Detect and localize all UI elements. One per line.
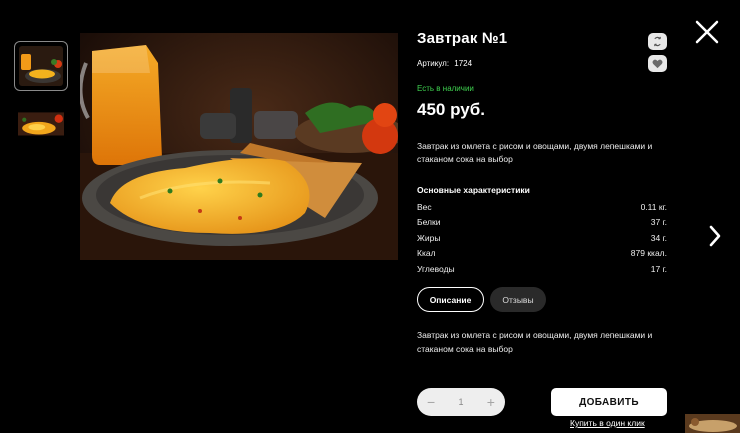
tab-reviews[interactable]: Отзывы <box>490 287 546 312</box>
spec-row: Углеводы 17 г. <box>417 261 667 277</box>
spec-label: Ккал <box>417 248 436 259</box>
spec-value: 0.11 кг. <box>640 201 667 212</box>
decrease-button[interactable]: − <box>427 394 435 410</box>
product-price: 450 руб. <box>417 100 485 119</box>
spec-label: Жиры <box>417 232 441 243</box>
product-tabs: Описание Отзывы <box>417 287 546 312</box>
specs-list: Вес 0.11 кг. Белки 37 г. Жиры 34 г. Ккал… <box>417 199 667 277</box>
product-main-image <box>80 33 398 260</box>
compare-icon <box>654 36 661 47</box>
heart-icon <box>652 59 663 68</box>
spec-row: Жиры 34 г. <box>417 230 667 246</box>
quantity-stepper: − 1 + <box>417 388 505 416</box>
quantity-value[interactable]: 1 <box>458 397 463 407</box>
tab-description[interactable]: Описание <box>417 287 484 312</box>
thumbnail-2-image <box>18 104 64 146</box>
thumbnail-2[interactable] <box>14 100 68 150</box>
increase-button[interactable]: + <box>487 394 495 410</box>
sku-label: Артикул: <box>417 59 450 68</box>
chevron-right-icon <box>709 225 721 247</box>
close-icon <box>695 20 719 44</box>
spec-row: Вес 0.11 кг. <box>417 199 667 215</box>
stock-status: Есть в наличии <box>417 84 474 93</box>
spec-value: 879 ккал. <box>630 248 667 259</box>
product-title: Завтрак №1 <box>417 30 508 47</box>
favorite-button[interactable] <box>648 55 667 72</box>
spec-value: 37 г. <box>650 217 667 228</box>
spec-value: 17 г. <box>650 263 667 274</box>
spec-label: Белки <box>417 217 441 228</box>
thumbnail-1[interactable] <box>14 41 68 91</box>
thumbnail-1-image <box>19 46 63 86</box>
spec-label: Вес <box>417 201 432 212</box>
sku-value: 1724 <box>454 59 473 68</box>
omelette-photo <box>80 33 398 260</box>
background-product-image <box>685 414 740 433</box>
next-product-button[interactable] <box>707 224 723 248</box>
spec-row: Белки 37 г. <box>417 215 667 231</box>
short-description: Завтрак из омлета с рисом и овощами, дву… <box>417 141 653 164</box>
product-info: Завтрак №1 Артикул: 1724 Есть в наличии … <box>417 30 667 277</box>
buy-one-click-link[interactable]: Купить в один клик <box>570 418 645 428</box>
thumbnail-list <box>14 41 70 159</box>
sku: Артикул: 1724 <box>417 59 667 68</box>
compare-button[interactable] <box>648 33 667 50</box>
add-to-cart-button[interactable]: ДОБАВИТЬ <box>551 388 667 416</box>
description-text: Завтрак из омлета с рисом и овощами, дву… <box>417 330 653 354</box>
close-button[interactable] <box>695 20 719 44</box>
spec-row: Ккал 879 ккал. <box>417 246 667 262</box>
specs-title: Основные характеристики <box>417 185 530 195</box>
spec-value: 34 г. <box>650 232 667 243</box>
spec-label: Углеводы <box>417 263 455 274</box>
